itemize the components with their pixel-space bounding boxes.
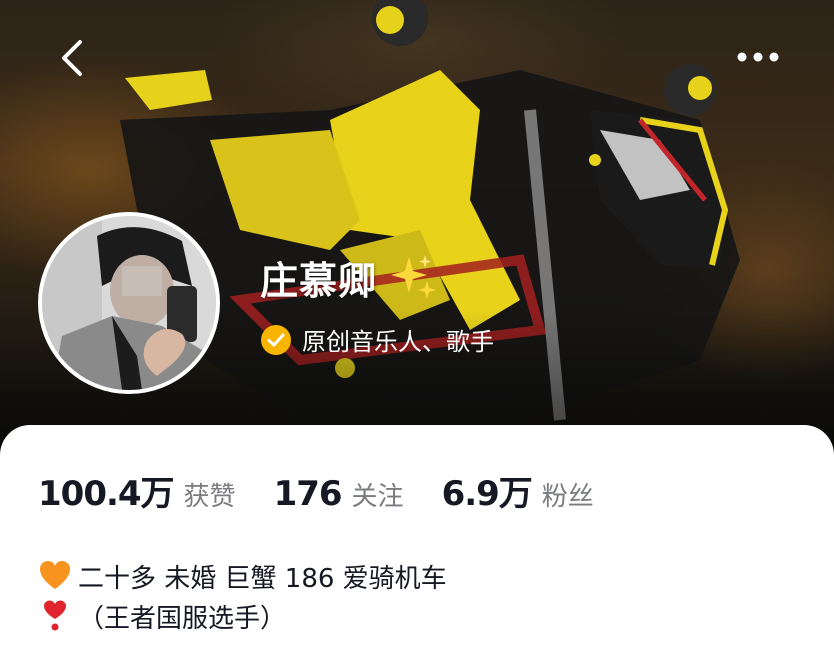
avatar[interactable] (38, 212, 220, 394)
bio-line-1: 二十多 未婚 巨蟹 186 爱骑机车 (78, 563, 447, 594)
stat-likes-label: 获赞 (183, 482, 236, 512)
profile-name: 庄慕卿 (260, 259, 378, 303)
sparkles-icon (391, 254, 437, 299)
bio-line-2: （王者国服选手） (78, 603, 287, 634)
more-horizontal-icon (737, 52, 779, 62)
back-button[interactable] (52, 36, 96, 80)
chevron-left-icon (62, 40, 82, 76)
bio: 二十多 未婚 巨蟹 186 爱骑机车 （王者国服选手） (38, 556, 447, 636)
stat-followers-label: 粉丝 (541, 482, 594, 512)
bio-line: 二十多 未婚 巨蟹 186 爱骑机车 (38, 556, 447, 596)
bio-line: （王者国服选手） (38, 596, 447, 636)
stat-followers-value: 6.9万 (441, 474, 533, 514)
stat-followers[interactable]: 6.9万 粉丝 (442, 466, 594, 515)
more-button[interactable] (732, 44, 784, 70)
verified-check-icon (261, 324, 291, 355)
orange-heart-icon (40, 561, 70, 589)
stat-likes[interactable]: 100.4万 获赞 (38, 466, 236, 515)
name-row: 庄慕卿 (260, 250, 437, 305)
stat-following[interactable]: 176 关注 (274, 474, 404, 514)
stat-likes-value: 100.4万 (38, 474, 175, 514)
stat-following-label: 关注 (351, 482, 404, 512)
avatar-image (42, 216, 216, 390)
profile-cover[interactable]: 庄慕卿 原创音乐人、歌手 (0, 0, 834, 460)
stat-following-value: 176 (273, 474, 343, 514)
stats-row: 100.4万 获赞 176 关注 6.9万 粉丝 (38, 466, 632, 515)
heart-exclamation-icon (44, 600, 66, 631)
verification-label: 原创音乐人、歌手 (302, 328, 494, 356)
verification-row: 原创音乐人、歌手 (260, 322, 494, 357)
